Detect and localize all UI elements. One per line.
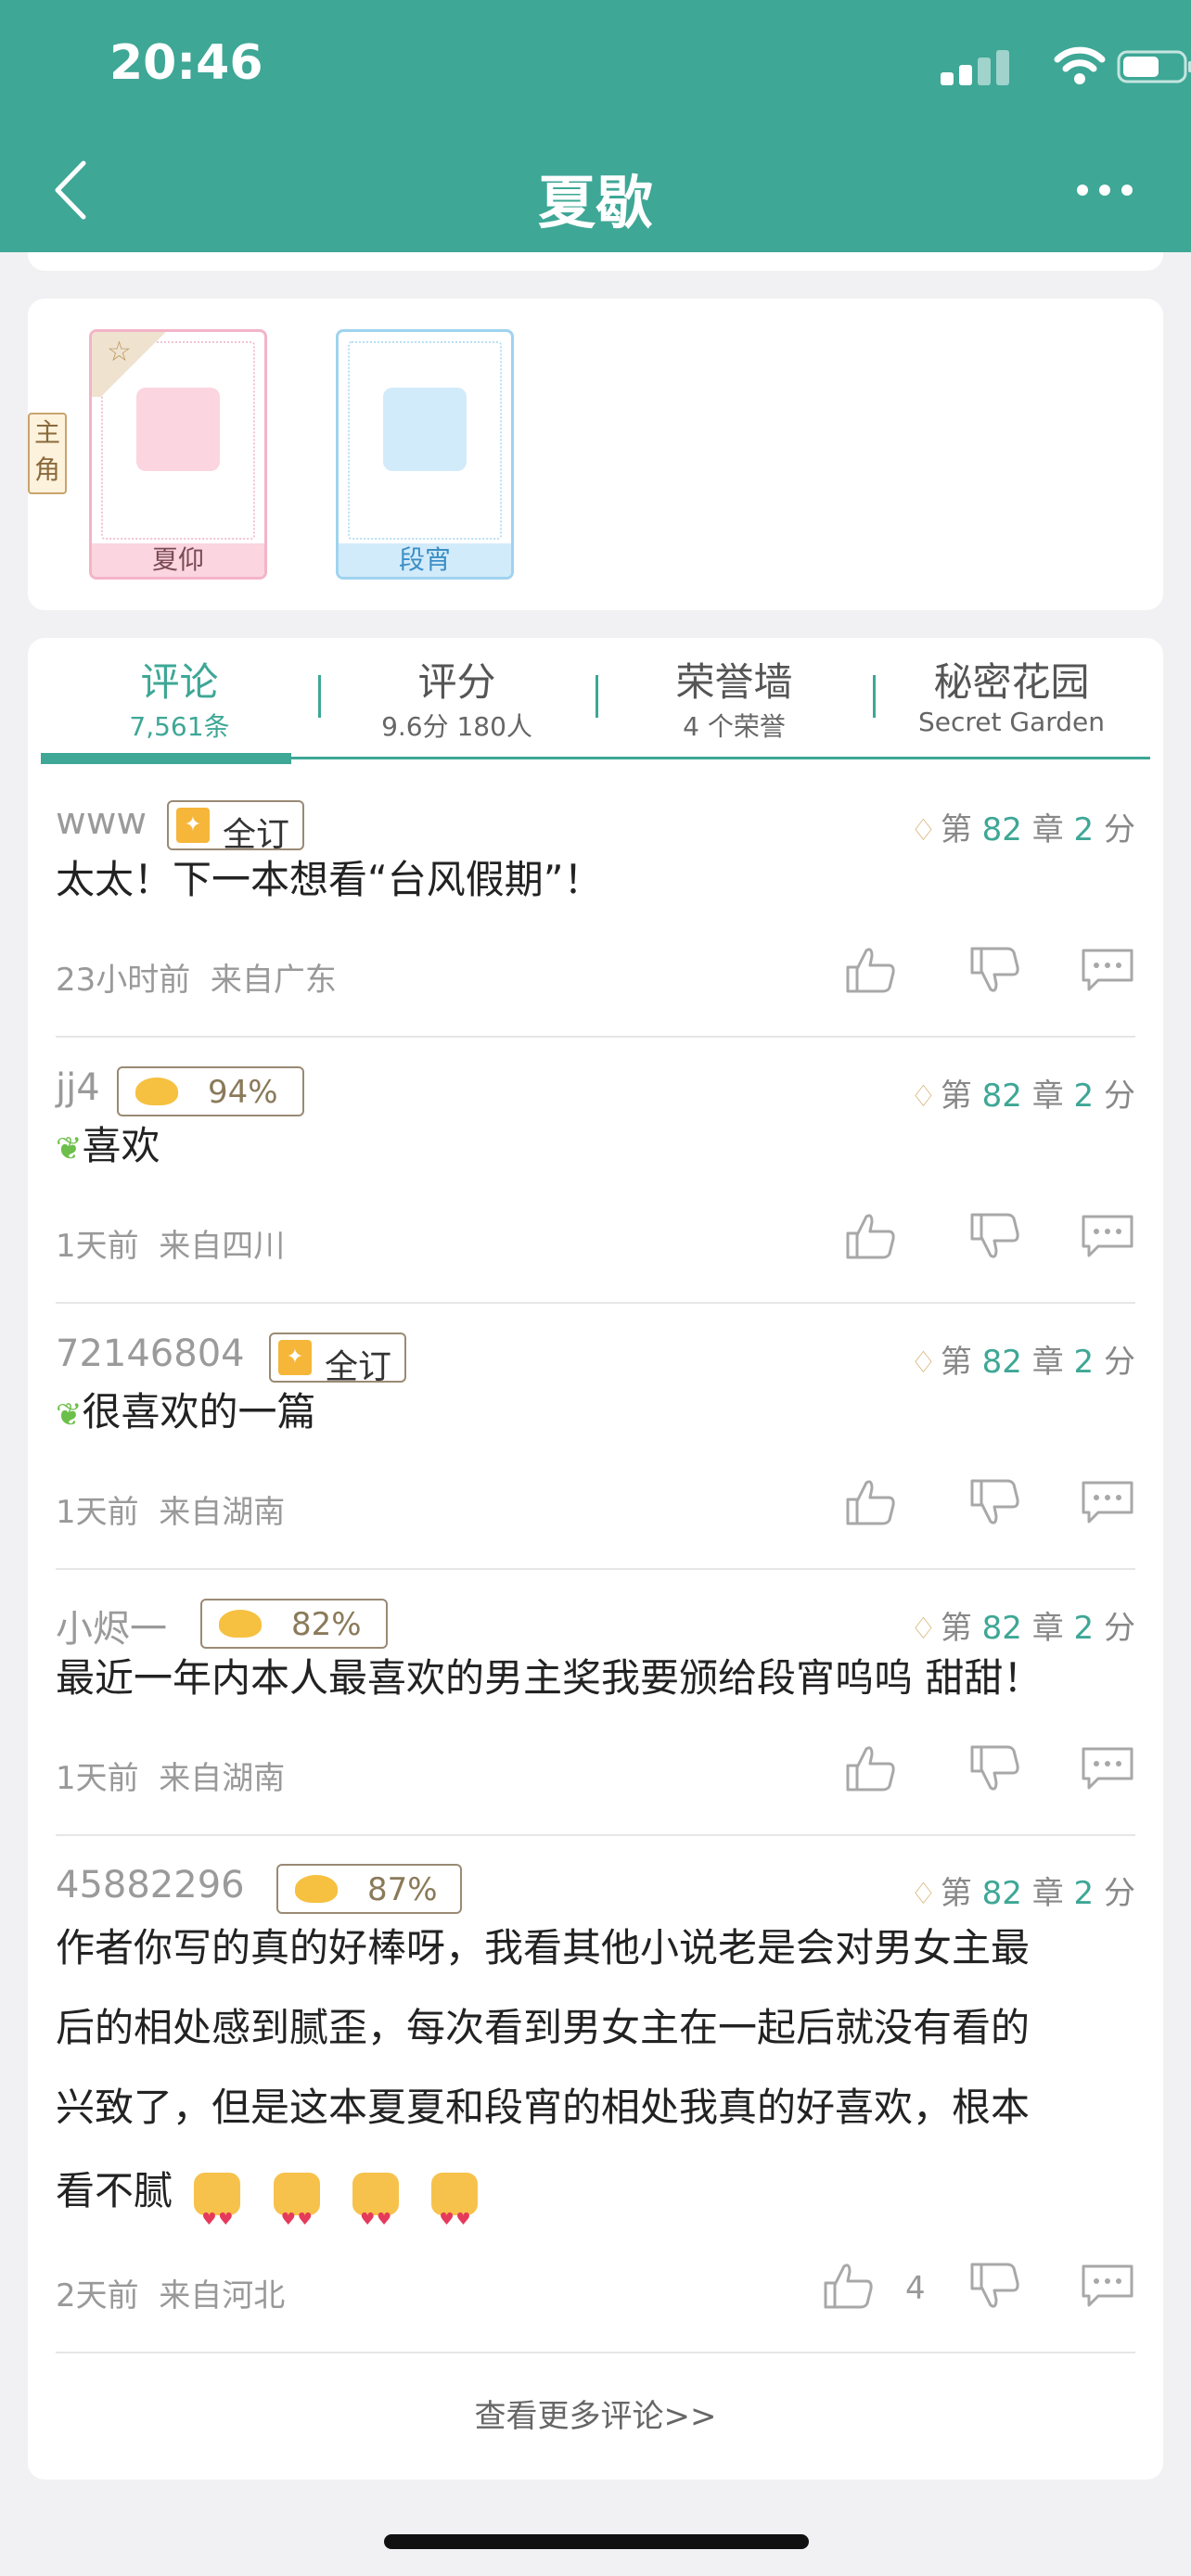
comment-item: www ✦ 全订 ♢ 第 82 章 2 分 太太！下一本想看“台风假期”！ 23小… [56, 800, 1135, 1038]
character-card[interactable]: 段宵 [336, 329, 514, 580]
reply-icon[interactable] [1080, 945, 1135, 995]
gold-ingot-icon [295, 1875, 338, 1903]
comment-text: 作者你写的真的好棒呀，我看其他小说老是会对男女主最 [56, 1925, 1031, 1970]
chapter-info: ♢ 第 82 章 2 分 [910, 1875, 1135, 1912]
active-tab-indicator [41, 753, 291, 764]
comments-card: 评论 7,561条 评分 9.6分 180人 荣誉墙 4 个荣誉 秘密花园 Se… [28, 638, 1163, 2480]
character-name: 段宵 [339, 543, 511, 577]
thumbs-down-icon[interactable] [967, 1477, 1022, 1527]
gold-ingot-icon [219, 1610, 262, 1638]
sprout-icon: ❦ [56, 1396, 83, 1434]
comment-meta: 1天前 来自湖南 [56, 1494, 286, 1531]
characters-card: 主角 ☆ 夏仰 段宵 [28, 299, 1163, 610]
divider [56, 1834, 1135, 1836]
tab-label: 秘密花园 [933, 659, 1090, 705]
comment-text: 太太！下一本想看“台风假期”！ [56, 857, 603, 902]
comment-item: 小烬一 82% ♢ 第 82 章 2 分 最近一年内本人最喜欢的男主奖我要颁给段宵… [56, 1599, 1135, 1836]
diamond-icon: ♢ [910, 1876, 937, 1911]
full-subscribe-icon: ✦ [176, 808, 210, 843]
thumbs-up-icon[interactable] [820, 2261, 876, 2311]
tab-comments[interactable]: 评论 7,561条 [41, 638, 318, 757]
tab-sublabel: 9.6分 180人 [381, 711, 532, 742]
tab-sublabel: Secret Garden [917, 707, 1106, 737]
tab-ratings[interactable]: 评分 9.6分 180人 [318, 638, 596, 757]
thumbs-down-icon[interactable] [967, 1211, 1022, 1261]
battery-icon [1117, 50, 1191, 83]
comment-item: jj4 94% ♢ 第 82 章 2 分 ❦喜欢 1天前 来自四川 [56, 1066, 1135, 1304]
divider [56, 2352, 1135, 2353]
comment-item: 72146804 ✦ 全订 ♢ 第 82 章 2 分 ❦很喜欢的一篇 1天前 来自… [56, 1333, 1135, 1570]
thumbs-up-icon[interactable] [842, 1477, 898, 1527]
thumbs-down-icon[interactable] [967, 1743, 1022, 1793]
reply-icon[interactable] [1080, 1477, 1135, 1527]
character-name: 夏仰 [92, 543, 264, 577]
heart-eyes-emoji: ♥ ♥ [352, 2172, 400, 2229]
view-more-comments-link[interactable]: 查看更多评论>> [28, 2391, 1163, 2436]
wifi-icon [1054, 46, 1106, 84]
page-title: 夏歇 [537, 169, 653, 236]
comment-username[interactable]: 72146804 [56, 1333, 245, 1375]
star-icon: ☆ [107, 336, 132, 368]
comment-meta: 1天前 来自湖南 [56, 1760, 286, 1797]
tab-label: 评分 [417, 659, 496, 705]
comment-text: ❦很喜欢的一篇 [56, 1389, 316, 1435]
subscription-badge: 87% [276, 1864, 462, 1914]
reply-icon[interactable] [1080, 1743, 1135, 1793]
comment-text: ❦喜欢 [56, 1123, 160, 1168]
tab-bar: 评论 7,561条 评分 9.6分 180人 荣誉墙 4 个荣誉 秘密花园 Se… [41, 638, 1150, 757]
comment-username[interactable]: 45882296 [56, 1864, 245, 1906]
thumbs-up-icon[interactable] [842, 1211, 898, 1261]
comment-meta: 2天前 来自河北 [56, 2277, 286, 2315]
comment-text: 兴致了，但是这本夏夏和段宵的相处我真的好喜欢，根本 [56, 2085, 1031, 2130]
comment-username[interactable]: jj4 [56, 1066, 100, 1109]
tab-sublabel: 4 个荣誉 [683, 711, 786, 742]
signal-icon [941, 50, 1009, 85]
gold-ingot-icon [135, 1078, 178, 1105]
divider [56, 1568, 1135, 1570]
comment-text: 看不腻 ♥ ♥ ♥ ♥ ♥ ♥ ♥ ♥ [56, 2151, 1135, 2231]
comment-text: 后的相处感到腻歪，每次看到男女主在一起后就没有看的 [56, 2005, 1031, 2050]
character-card[interactable]: ☆ 夏仰 [89, 329, 267, 580]
sprout-icon: ❦ [56, 1130, 83, 1167]
comment-username[interactable]: www [56, 800, 147, 843]
thumbs-up-icon[interactable] [842, 1743, 898, 1793]
thumbs-down-icon[interactable] [967, 945, 1022, 995]
heart-eyes-emoji: ♥ ♥ [431, 2172, 479, 2229]
thumbs-down-icon[interactable] [967, 2261, 1022, 2311]
top-header: 20:46 夏歇 [0, 0, 1191, 252]
tab-sublabel: 7,561条 [129, 711, 230, 742]
status-time: 20:46 [109, 35, 263, 91]
comment-meta: 1天前 来自四川 [56, 1228, 286, 1265]
tab-label: 荣誉墙 [675, 659, 793, 705]
comment-item: 45882296 87% ♢ 第 82 章 2 分 作者你写的真的好棒呀，我看其他… [56, 1864, 1135, 2353]
comment-text: 最近一年内本人最喜欢的男主奖我要颁给段宵呜呜 甜甜！ [56, 1655, 1043, 1701]
divider [56, 1302, 1135, 1304]
avatar [136, 388, 220, 471]
heart-eyes-emoji: ♥ ♥ [194, 2172, 241, 2229]
home-indicator[interactable] [384, 2534, 809, 2549]
heart-eyes-emoji: ♥ ♥ [273, 2172, 320, 2229]
thumbs-up-icon[interactable] [842, 945, 898, 995]
protagonist-tag: 主角 [28, 413, 67, 494]
tab-label: 评论 [140, 659, 219, 705]
more-icon[interactable] [1074, 176, 1135, 204]
comment-meta: 23小时前 来自广东 [56, 962, 337, 999]
reply-icon[interactable] [1080, 2261, 1135, 2311]
tab-secret-garden[interactable]: 秘密花园 Secret Garden [873, 638, 1150, 757]
divider [56, 1036, 1135, 1038]
reply-icon[interactable] [1080, 1211, 1135, 1261]
previous-card-edge [28, 252, 1163, 271]
tab-honors[interactable]: 荣誉墙 4 个荣誉 [596, 638, 873, 757]
full-subscribe-icon: ✦ [278, 1340, 312, 1375]
like-count: 4 [905, 2270, 926, 2307]
avatar [383, 388, 467, 471]
